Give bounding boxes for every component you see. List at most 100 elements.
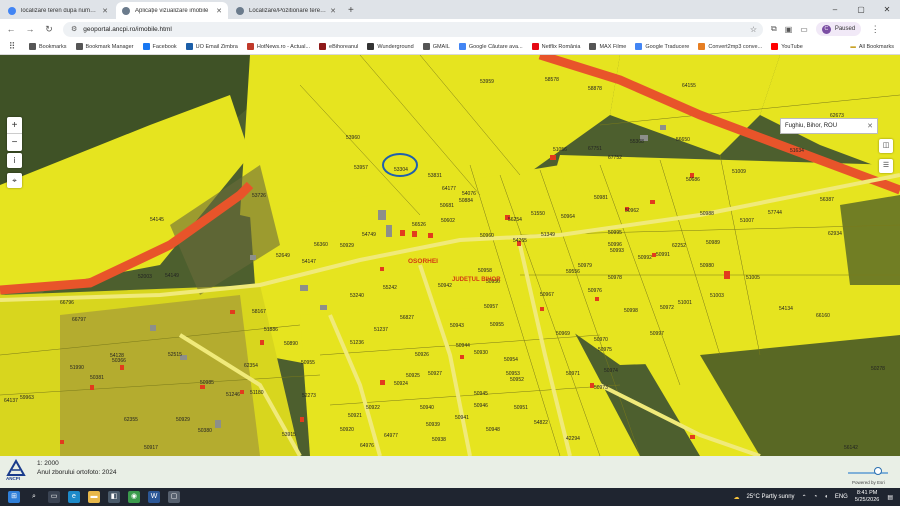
close-window-button[interactable]: ✕ — [874, 0, 900, 19]
parcel-number[interactable]: 52649 — [276, 253, 290, 259]
parcel-number[interactable]: 50955 — [301, 360, 315, 366]
bookmark-item[interactable]: UO Email Zimbra — [185, 43, 238, 50]
basemap-button[interactable]: ◫ — [879, 139, 893, 153]
parcel-number[interactable]: 54149 — [165, 273, 179, 279]
bookmark-item[interactable]: Wunderground — [367, 43, 414, 50]
parcel-number[interactable]: 56254 — [508, 217, 522, 223]
bookmark-item[interactable]: Convert2mp3 conve... — [698, 43, 762, 50]
parcel-number[interactable]: 50997 — [650, 331, 664, 337]
url-field[interactable]: ⚙ geoportal.ancpi.ro/imobile.html ☆ — [63, 21, 763, 37]
parcel-number[interactable]: 55242 — [383, 285, 397, 291]
parcel-number[interactable]: 50995 — [608, 230, 622, 236]
parcel-number[interactable]: 54147 — [302, 259, 316, 265]
edge-icon[interactable]: e — [68, 491, 80, 503]
parcel-number[interactable]: 50920 — [340, 427, 354, 433]
parcel-number[interactable]: 53960 — [346, 135, 360, 141]
parcel-number[interactable]: 53959 — [480, 79, 494, 85]
parcel-number[interactable]: 50941 — [455, 415, 469, 421]
parcel-number[interactable]: 50945 — [474, 391, 488, 397]
parcel-number[interactable]: 50681 — [440, 203, 454, 209]
parcel-number[interactable]: 64137 — [4, 398, 18, 404]
maximize-button[interactable]: ▢ — [848, 0, 874, 19]
parcel-number[interactable]: 58167 — [252, 309, 266, 315]
back-icon[interactable]: ← — [3, 24, 19, 34]
parcel-number[interactable]: 50981 — [594, 195, 608, 201]
parcel-number[interactable]: 50948 — [486, 427, 500, 433]
info-button[interactable]: ⅰ — [7, 153, 22, 168]
sticky-icon[interactable]: ▢ — [168, 491, 180, 503]
location-search-input[interactable]: Fughiu, Bihor, ROU ✕ — [780, 118, 878, 134]
parcel-number[interactable]: 50972 — [660, 305, 674, 311]
parcel-number[interactable]: 50976 — [588, 288, 602, 294]
parcel-number[interactable]: 42294 — [566, 436, 580, 442]
parcel-number[interactable]: 51246 — [226, 392, 240, 398]
parcel-number[interactable]: 50958 — [478, 268, 492, 274]
parcel-number[interactable]: 53240 — [350, 293, 364, 299]
parcel-number[interactable]: 53726 — [252, 193, 266, 199]
parcel-number[interactable]: 50922 — [366, 405, 380, 411]
parcel-number[interactable]: 50960 — [480, 233, 494, 239]
parcel-number[interactable]: 54134 — [779, 306, 793, 312]
clock[interactable]: 8:41 PM 5/25/2026 — [855, 490, 879, 504]
parcel-number[interactable]: 51007 — [740, 218, 754, 224]
parcel-number[interactable]: 50998 — [624, 308, 638, 314]
bookmark-item[interactable]: eBihoreanul — [319, 43, 358, 50]
parcel-number[interactable]: 51886 — [264, 327, 278, 333]
parcel-number[interactable]: 51003 — [710, 293, 724, 299]
parcel-number[interactable]: 66160 — [816, 313, 830, 319]
parcel-number[interactable]: 64155 — [682, 83, 696, 89]
bookmark-item[interactable]: YouTube — [771, 43, 803, 50]
parcel-number[interactable]: 51005 — [746, 275, 760, 281]
parcel-number[interactable]: 51634 — [790, 148, 804, 154]
bookmark-star-icon[interactable]: ☆ — [750, 25, 757, 34]
notification-icon[interactable]: ▤ — [887, 494, 893, 501]
parcel-number[interactable]: 59963 — [20, 395, 34, 401]
parcel-number[interactable]: 51550 — [531, 211, 545, 217]
parcel-number[interactable]: 56827 — [400, 315, 414, 321]
opacity-slider-handle[interactable] — [874, 467, 882, 475]
parcel-number[interactable]: 50380 — [198, 428, 212, 434]
parcel-number[interactable]: 50988 — [700, 211, 714, 217]
volume-icon[interactable]: ◖ — [824, 494, 828, 500]
parcel-number[interactable]: 67752 — [608, 155, 622, 161]
parcel-number[interactable]: 66796 — [60, 300, 74, 306]
file-explorer-icon[interactable]: ▬ — [88, 491, 100, 503]
bookmark-item[interactable]: Bookmark Manager — [75, 43, 134, 50]
parcel-number[interactable]: 62252 — [672, 243, 686, 249]
task-view-icon[interactable]: ▭ — [48, 491, 60, 503]
puzzle-icon[interactable]: ▣ — [785, 25, 793, 34]
parcel-number[interactable]: 53957 — [354, 165, 368, 171]
parcel-number[interactable]: 64977 — [384, 433, 398, 439]
parcel-number[interactable]: 53831 — [428, 173, 442, 179]
menu-icon[interactable]: ⋮ — [867, 24, 883, 35]
bookmark-item[interactable]: Bookmarks — [29, 43, 67, 50]
parcel-number[interactable]: 59556 — [566, 269, 580, 275]
site-info-icon[interactable]: ⚙ — [71, 25, 77, 33]
windows-start-icon[interactable]: ⊞ — [8, 491, 20, 503]
language[interactable]: ENG — [835, 494, 848, 500]
parcel-number[interactable]: 50946 — [474, 403, 488, 409]
bookmark-item[interactable]: Netflix România — [531, 43, 580, 50]
parcel-number[interactable]: 50942 — [438, 283, 452, 289]
parcel-number[interactable]: 50924 — [394, 381, 408, 387]
extension-icon[interactable]: ⧉ — [771, 24, 777, 34]
parcel-number[interactable]: 50985 — [200, 380, 214, 386]
bookmark-item[interactable]: GMAIL — [422, 43, 450, 50]
parcel-number[interactable]: 52515 — [168, 352, 182, 358]
parcel-number[interactable]: 58878 — [588, 86, 602, 92]
parcel-number[interactable]: 52003 — [138, 274, 152, 280]
parcel-number[interactable]: 50991 — [656, 252, 670, 258]
parcel-number[interactable]: 50989 — [706, 240, 720, 246]
tab-localizare-pozitionare[interactable]: Localizare/Pozitionare teren - F ✕ — [230, 2, 342, 19]
network-icon[interactable]: ◔ — [814, 494, 818, 500]
parcel-number[interactable]: 56526 — [412, 222, 426, 228]
parcel-number[interactable]: 50884 — [459, 198, 473, 204]
parcel-number[interactable]: 50954 — [504, 357, 518, 363]
parcel-number[interactable]: 50940 — [420, 405, 434, 411]
parcel-number[interactable]: 50978 — [608, 275, 622, 281]
parcel-number[interactable]: 56650 — [676, 137, 690, 143]
forward-icon[interactable]: → — [22, 24, 38, 34]
tab-aplicatie-vizualizare[interactable]: Aplicație vizualizare imobile ✕ — [116, 2, 228, 19]
bookmark-item[interactable]: MAX Filme — [589, 43, 626, 50]
store-icon[interactable]: ◧ — [108, 491, 120, 503]
